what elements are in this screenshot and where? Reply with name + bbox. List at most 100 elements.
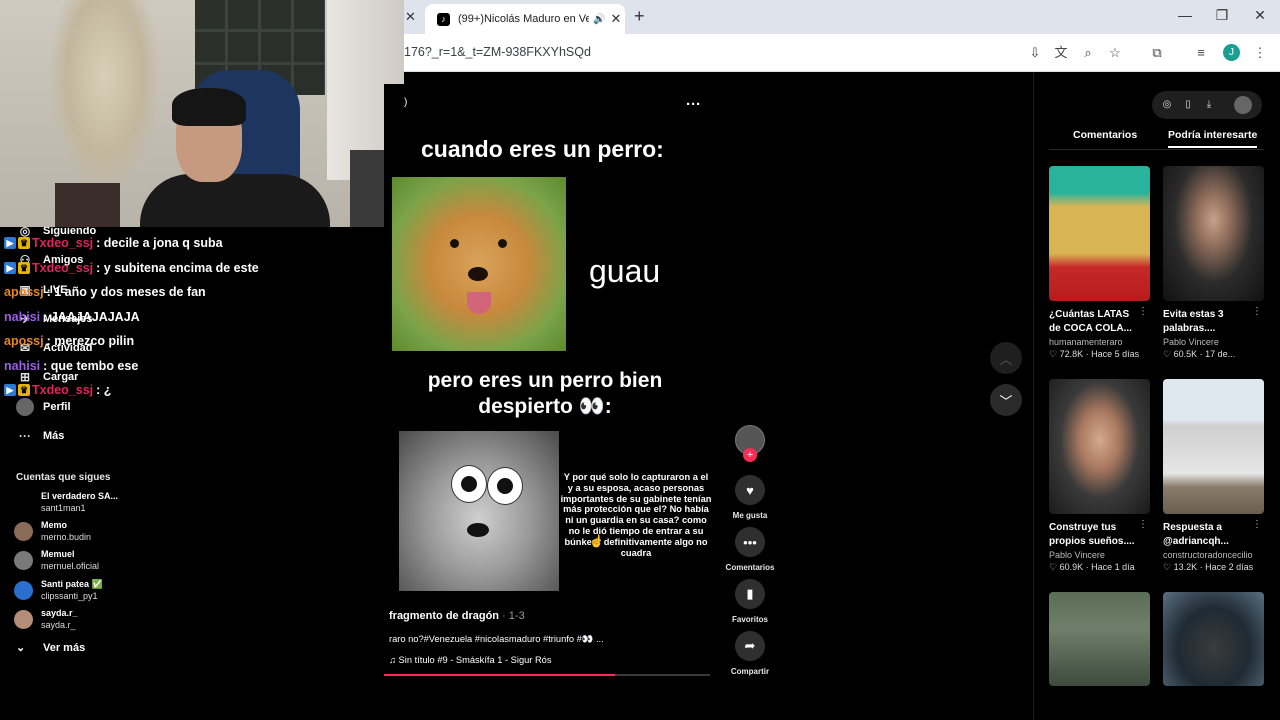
account-name: El verdadero SA... [41, 491, 119, 501]
suggested-video-card[interactable]: ⋮ ¿Cuántas LATAS de COCA COLA... humanam… [1049, 166, 1150, 360]
like-label: Me gusta [732, 511, 768, 520]
media-control-icon[interactable]: ≡ [1192, 44, 1210, 62]
avatar [14, 550, 33, 570]
install-icon[interactable]: ⇩ [1026, 44, 1044, 62]
browser-profile-avatar[interactable]: J [1223, 44, 1240, 61]
followed-account[interactable]: Memo merno.budin [14, 519, 91, 543]
suggested-video-card[interactable] [1163, 592, 1264, 686]
suggested-video-card[interactable] [1049, 592, 1150, 686]
translate-icon[interactable]: 文 [1052, 44, 1070, 62]
speaker-icon[interactable]: 🔊 [593, 14, 607, 25]
browser-tab-active[interactable]: ♪ (99+)Nicolás Maduro en Ve 🔊 ✕ [425, 4, 625, 34]
followed-account[interactable]: sayda.r_ sayda.r_ [14, 607, 78, 631]
close-tab-icon[interactable]: ✕ [405, 9, 416, 25]
meme-text-top: cuando eres un perro: [421, 136, 664, 162]
box [55, 183, 120, 227]
suggested-video-card[interactable]: ⋮ Construye tus propios sueños.... Pablo… [1049, 379, 1150, 573]
chat-message: apossj: 1 año y dos meses de fan [4, 285, 206, 299]
meme-text-guau: guau [589, 253, 661, 289]
googly-eye [451, 465, 487, 503]
favorites-label: Favoritos [731, 615, 768, 624]
card-author: Pablo Vincere [1049, 550, 1105, 560]
card-stats: ♡ 72.8K · Hace 5 días [1049, 349, 1140, 359]
chat-username: apossj [4, 285, 44, 299]
streamer [140, 88, 340, 227]
tabs-divider [1049, 149, 1264, 150]
share-button[interactable]: ➦ Compartir [722, 631, 778, 676]
chat-text: : decile a jona q suba [96, 236, 223, 250]
streamer-hair [172, 88, 246, 126]
following-accounts-heading: Cuentas que sigues [16, 472, 111, 483]
chat-text: : merezco pilin [46, 334, 135, 348]
sidebar-item-more[interactable]: ··· Más [16, 427, 64, 445]
dog-eye [450, 239, 459, 248]
subscriber-badge-icon: ▶ [4, 261, 16, 274]
dog-eye [498, 239, 507, 248]
bookmark-icon: ▮ [735, 579, 765, 609]
crown-badge-icon: ♛ [18, 384, 30, 396]
followed-account[interactable]: Santi patea ✅ clipssanti_py1 [14, 578, 103, 602]
suggested-video-card[interactable]: ⋮ Respuesta a @adriancqh... constructora… [1163, 379, 1264, 573]
download-icon[interactable]: ⤓ [1201, 97, 1217, 113]
video-title-text: fragmento de dragón [389, 610, 500, 622]
compass-icon[interactable]: ◎ [1159, 97, 1175, 113]
like-button[interactable]: ♥ Me gusta [722, 475, 778, 520]
sidebar-item-profile[interactable]: Perfil [16, 398, 71, 416]
card-more-icon[interactable]: ⋮ [1138, 519, 1148, 530]
chat-text: : que tembo ese [43, 358, 139, 373]
tab-suggested[interactable]: Podría interesarte [1168, 129, 1258, 148]
see-more-button[interactable]: ⌄ Ver más [16, 641, 85, 655]
new-tab-icon[interactable]: + [634, 6, 645, 27]
user-avatar[interactable] [1234, 96, 1252, 114]
meme-text-middle: pero eres un perro bien despierto 👀: [427, 369, 663, 418]
chat-message: nahisi: que tembo ese [4, 359, 138, 373]
card-title: Respuesta a @adriancqh... [1163, 522, 1229, 547]
chevron-up-icon: ︿ [999, 351, 1013, 367]
chat-message: apossj: merezco pilin [4, 334, 134, 348]
zoom-icon[interactable]: ⌕ [1079, 44, 1097, 62]
url-text[interactable]: 176?_r=1&_t=ZM-938FKXYhSQd [404, 45, 591, 59]
next-video-button[interactable]: ﹀ [990, 384, 1022, 416]
close-tab-icon[interactable]: ✕ [607, 11, 625, 27]
suggested-video-card[interactable]: ⋮ Evita estas 3 palabras.... Pablo Vince… [1163, 166, 1264, 360]
dog-nose [468, 267, 488, 281]
video-more-icon[interactable]: ··· [686, 96, 701, 113]
card-more-icon[interactable]: ⋮ [1138, 306, 1148, 317]
followed-account[interactable]: Memuel mernuel.oficial [14, 548, 99, 572]
account-handle: sant1man1 [41, 503, 86, 513]
favorites-button[interactable]: ▮ Favoritos [722, 579, 778, 624]
video-description[interactable]: raro no?#Venezuela #nicolasmaduro #triun… [389, 634, 604, 645]
chat-message: ▶ ♛ Txdeo_ssj: ¿ [4, 383, 111, 397]
sidebar-item-label: Perfil [43, 401, 71, 413]
video-music[interactable]: ♫ Sin título #9 - Smáskífa 1 - Sigur Rós [389, 655, 552, 665]
googly-eye [487, 467, 523, 505]
followed-account[interactable]: El verdadero SA... sant1man1 [14, 490, 118, 514]
chevron-down-icon: ﹀ [999, 393, 1013, 409]
menu-kebab-icon[interactable]: ⋮ [1251, 44, 1269, 62]
follow-plus-icon[interactable]: + [743, 448, 757, 462]
video-thumbnail [1163, 166, 1264, 301]
share-label: Compartir [730, 667, 770, 676]
video-title[interactable]: fragmento de dragón · 1-3 [389, 610, 525, 622]
device-icon[interactable]: ▯ [1180, 97, 1196, 113]
minimize-icon[interactable]: — [1175, 7, 1195, 23]
chat-text: : ¿ [96, 383, 112, 397]
card-more-icon[interactable]: ⋮ [1252, 519, 1262, 530]
video-progress-bar[interactable] [384, 674, 710, 676]
tab-comments[interactable]: Comentarios [1073, 129, 1137, 141]
video-progress-fill [384, 674, 616, 676]
comments-button[interactable]: ••• Comentarios [722, 527, 778, 572]
card-more-icon[interactable]: ⋮ [1252, 306, 1262, 317]
avatar [14, 492, 33, 512]
previous-video-button[interactable]: ︿ [990, 342, 1022, 374]
card-stats: ♡ 60.5K · 17 de... [1163, 349, 1236, 359]
golden-retriever-image [392, 177, 566, 351]
card-author: humanamenteraro [1049, 337, 1123, 347]
extensions-icon[interactable]: ⧉ [1148, 44, 1166, 62]
crown-badge-icon: ♛ [18, 237, 30, 249]
maximize-icon[interactable]: ❐ [1212, 7, 1232, 24]
profile-avatar [16, 398, 34, 416]
account-name: sayda.r_ [41, 608, 78, 618]
bookmark-star-icon[interactable]: ☆ [1106, 44, 1124, 62]
close-window-icon[interactable]: ✕ [1250, 7, 1270, 24]
